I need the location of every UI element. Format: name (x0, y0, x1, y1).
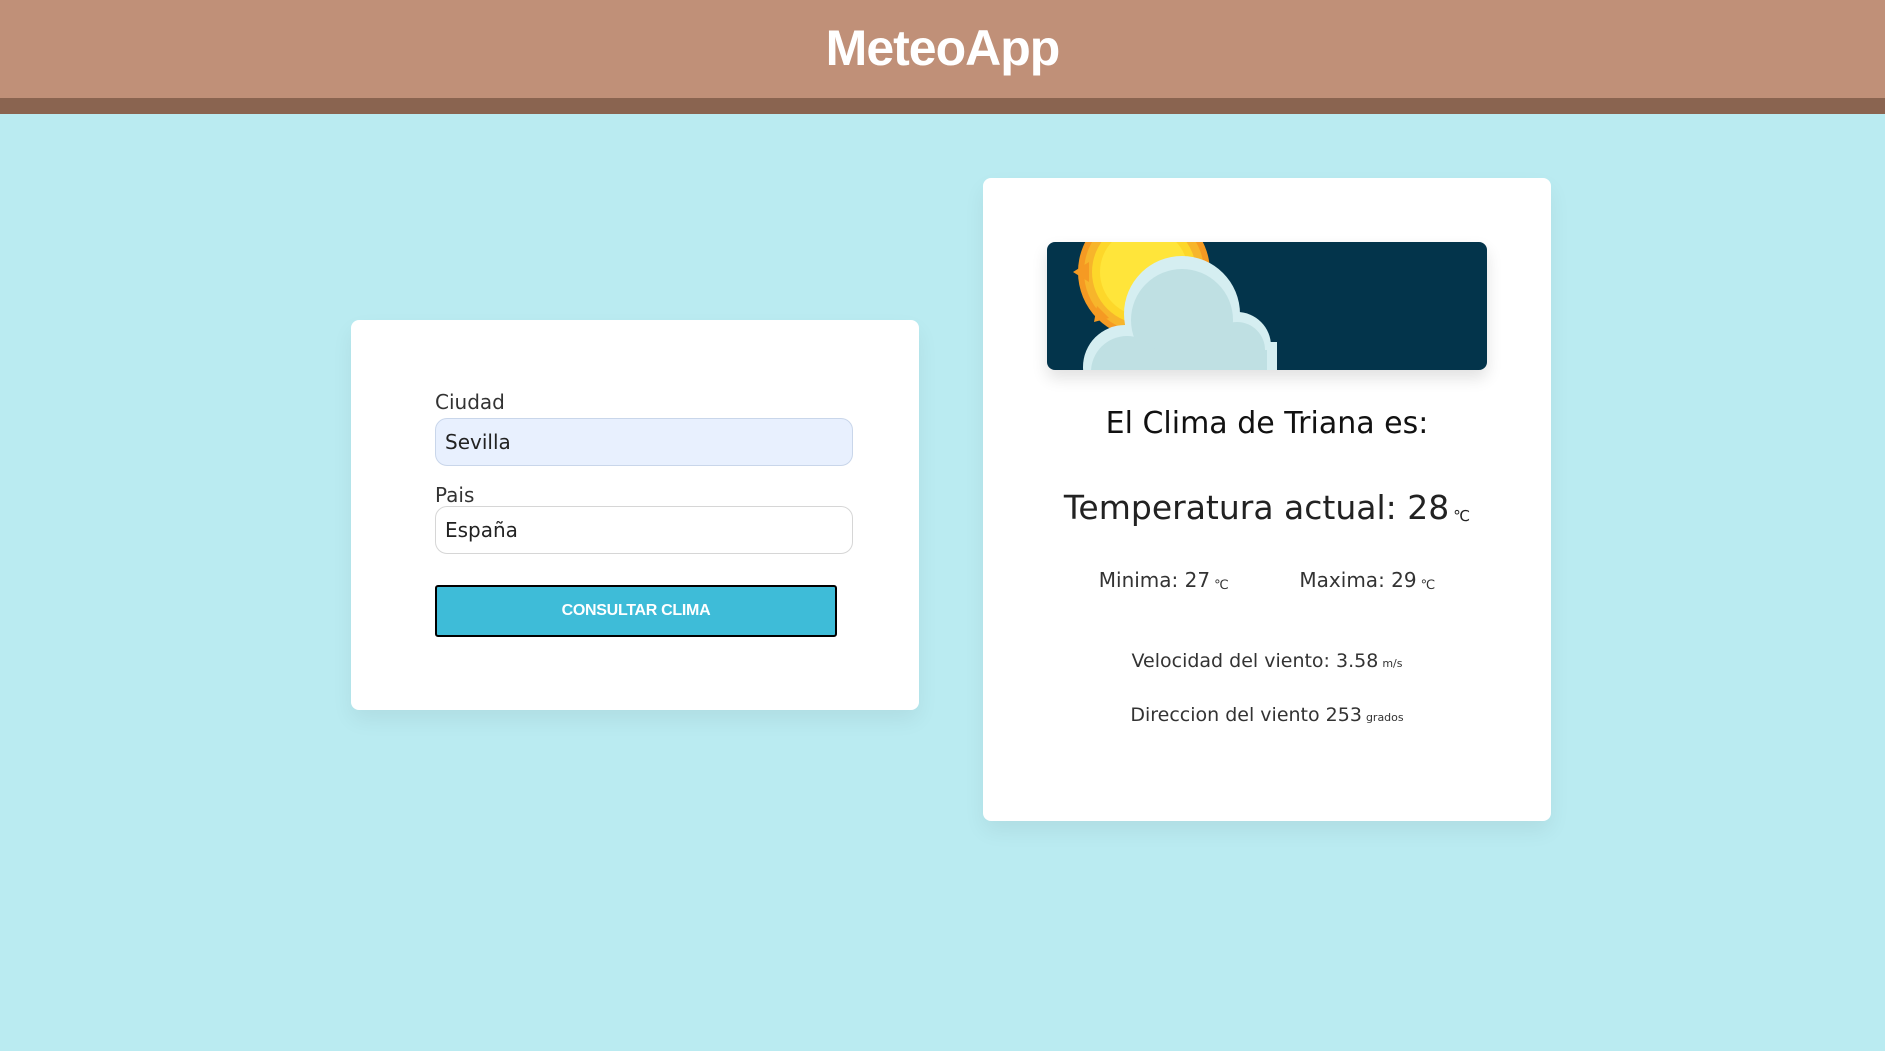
city-input[interactable] (435, 418, 853, 466)
min-temp-label: Minima: (1098, 568, 1185, 592)
wind-direction-unit: grados (1365, 711, 1404, 724)
wind-direction-label: Direccion del viento (1130, 704, 1326, 726)
max-temp-label: Maxima: (1299, 568, 1392, 592)
wind-speed-value: 3.58 (1336, 650, 1379, 672)
weather-result-card: El Clima de Triana es: Temperatura actua… (983, 178, 1551, 821)
temperature-unit: ℃ (1453, 507, 1471, 525)
app-title: MeteoApp (825, 20, 1061, 76)
sun-behind-cloud-icon (1047, 242, 1487, 370)
city-label: Ciudad (435, 390, 505, 414)
max-temp-value: 29 (1391, 568, 1417, 592)
country-input[interactable] (435, 506, 853, 554)
min-max-temperature: Minima: 27 ℃ Maxima: 29 ℃ (983, 568, 1551, 593)
wind-direction: Direccion del viento 253 grados (983, 704, 1551, 726)
country-label: Pais (435, 483, 475, 507)
min-temp-value: 27 (1184, 568, 1211, 592)
wind-direction-value: 253 (1325, 704, 1362, 726)
wind-speed-unit: m/s (1382, 657, 1403, 670)
search-form-card: Ciudad Pais CONSULTAR CLIMA (351, 320, 919, 710)
result-heading: El Clima de Triana es: (1105, 406, 1429, 441)
current-temperature: Temperatura actual: 28 ℃ (983, 488, 1551, 527)
temperature-label: Temperatura actual: (1063, 488, 1408, 527)
consult-weather-button[interactable]: CONSULTAR CLIMA (435, 585, 837, 637)
temperature-value: 28 (1407, 488, 1450, 527)
wind-speed-label: Velocidad del viento: (1131, 650, 1336, 672)
max-temp-unit: ℃ (1420, 578, 1436, 593)
min-temp-unit: ℃ (1214, 578, 1229, 593)
wind-speed: Velocidad del viento: 3.58 m/s (983, 650, 1551, 672)
header-divider (0, 98, 1885, 114)
